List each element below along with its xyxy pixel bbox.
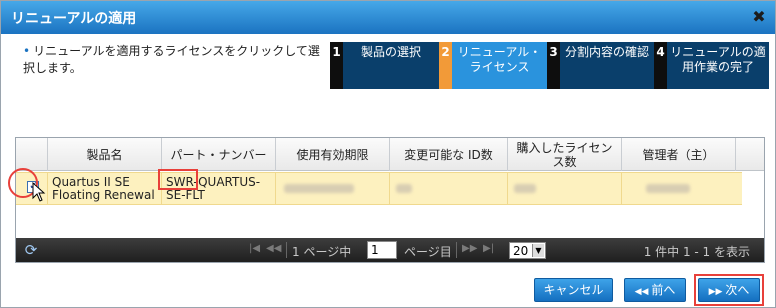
step-number: 1 bbox=[330, 42, 343, 89]
header-expiry[interactable]: 使用有効期限 bbox=[276, 138, 390, 171]
table-row[interactable]: ✓ Quartus II SE Floating Renewal SWR-QUA… bbox=[16, 172, 742, 205]
redacted-value bbox=[396, 184, 412, 193]
prev-button[interactable]: ◀◀ 前へ bbox=[624, 278, 686, 302]
redacted-value bbox=[514, 184, 536, 193]
header-purchased-licenses[interactable]: 購入したライセンス数 bbox=[508, 138, 622, 171]
grid-pager: ⟳ |◀ ◀◀ 1 ページ中 1 ページ目 ▶▶ ▶| 20 ▼ 1 件中 1 … bbox=[16, 238, 764, 262]
product-cell: Quartus II SE Floating Renewal bbox=[48, 173, 162, 204]
step-select-product: 1 製品の選択 bbox=[330, 42, 439, 89]
step-number: 4 bbox=[654, 42, 667, 89]
next-button[interactable]: ▶▶ 次へ bbox=[698, 278, 760, 302]
cancel-label: キャンセル bbox=[543, 283, 604, 297]
record-count: 1 件中 1 - 1 を表示 bbox=[643, 245, 750, 259]
page-input[interactable]: 1 bbox=[367, 241, 397, 259]
redacted-value bbox=[284, 184, 354, 193]
cancel-button[interactable]: キャンセル bbox=[534, 278, 613, 302]
instructions-text: リニューアルを適用するライセンスをクリックして選択します。 bbox=[23, 44, 320, 75]
first-page-icon[interactable]: |◀ bbox=[249, 243, 260, 254]
step-renewal-license: 2 リニューアル・ライセンス bbox=[439, 42, 547, 89]
dialog-titlebar: リニューアルの適用 ✖ bbox=[1, 1, 775, 34]
page-suffix: ページ目 bbox=[404, 245, 452, 259]
chevron-down-icon[interactable]: ▼ bbox=[532, 244, 544, 257]
next-icon: ▶▶ bbox=[708, 287, 723, 297]
step-complete: 4 リニューアルの適用作業の完了 bbox=[654, 42, 769, 89]
close-icon[interactable]: ✖ bbox=[751, 9, 767, 25]
header-product[interactable]: 製品名 bbox=[48, 138, 162, 171]
page-size-select[interactable]: 20 ▼ bbox=[509, 242, 546, 259]
redacted-value bbox=[646, 184, 690, 193]
prev-icon: ◀◀ bbox=[634, 287, 649, 297]
pager-separator bbox=[456, 242, 457, 258]
step-label: リニューアルの適用作業の完了 bbox=[670, 45, 766, 74]
header-changeable-ids[interactable]: 変更可能な ID数 bbox=[390, 138, 508, 171]
part-number-highlight bbox=[158, 169, 198, 190]
prev-page-icon[interactable]: ◀◀ bbox=[266, 243, 281, 254]
renewal-dialog: リニューアルの適用 ✖ • リニューアルを適用するライセンスをクリックして選択しま… bbox=[0, 0, 776, 308]
header-admin[interactable]: 管理者（主） bbox=[622, 138, 736, 171]
pager-separator bbox=[286, 242, 287, 258]
grid-header: 製品名 パート・ナンバー 使用有効期限 変更可能な ID数 購入したライセンス数… bbox=[16, 138, 764, 171]
next-page-icon[interactable]: ▶▶ bbox=[462, 243, 477, 254]
refresh-icon[interactable]: ⟳ bbox=[22, 241, 40, 259]
header-select bbox=[16, 138, 48, 171]
changeable-ids-cell bbox=[390, 173, 508, 204]
step-number: 2 bbox=[439, 42, 452, 89]
page-prefix: 1 ページ中 bbox=[292, 245, 352, 259]
bullet-icon: • bbox=[23, 44, 31, 58]
step-label: 分割内容の確認 bbox=[564, 45, 649, 59]
admin-cell bbox=[622, 173, 736, 204]
mouse-cursor-icon bbox=[32, 182, 46, 202]
last-page-icon[interactable]: ▶| bbox=[483, 243, 494, 254]
next-label: 次へ bbox=[725, 283, 750, 297]
expiry-cell bbox=[276, 173, 390, 204]
prev-label: 前へ bbox=[651, 283, 676, 297]
wizard-steps: 1 製品の選択 2 リニューアル・ライセンス 3 分割内容の確認 4 リニューア… bbox=[330, 42, 769, 89]
page-size-value: 20 bbox=[513, 244, 529, 258]
step-number: 3 bbox=[547, 42, 560, 89]
header-part-number[interactable]: パート・ナンバー bbox=[162, 138, 276, 171]
step-confirm-split: 3 分割内容の確認 bbox=[547, 42, 654, 89]
dialog-title: リニューアルの適用 bbox=[11, 11, 137, 27]
instructions: • リニューアルを適用するライセンスをクリックして選択します。 bbox=[23, 43, 323, 77]
step-label: 製品の選択 bbox=[360, 45, 421, 59]
step-label: リニューアル・ライセンス bbox=[457, 45, 542, 74]
purchased-licenses-cell bbox=[508, 173, 622, 204]
